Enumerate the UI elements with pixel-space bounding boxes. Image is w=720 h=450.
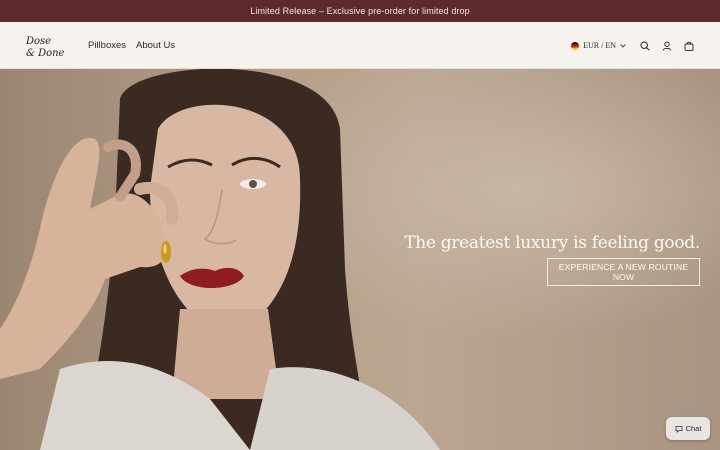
chat-label: Chat (685, 424, 702, 433)
chat-bubble-icon (675, 425, 682, 433)
search-button[interactable] (634, 35, 656, 57)
hero-banner: The greatest luxury is feeling good. EXP… (0, 69, 720, 450)
account-icon (662, 41, 672, 51)
hero-copy: The greatest luxury is feeling good. (404, 233, 700, 253)
announcement-bar: Limited Release – Exclusive pre-order fo… (0, 0, 720, 22)
chevron-down-icon (620, 43, 626, 48)
search-icon (640, 40, 650, 51)
main-nav: Pillboxes About Us (88, 22, 175, 69)
brand-logo[interactable]: Dose & Done (25, 33, 73, 59)
hero-cta-button[interactable]: EXPERIENCE A NEW ROUTINE NOW (547, 258, 700, 286)
logo-line1: Dose (25, 36, 51, 47)
announcement-text: Limited Release – Exclusive pre-order fo… (250, 6, 470, 16)
nav-link-pillboxes[interactable]: Pillboxes (88, 40, 126, 51)
site-header: Dose & Done Pillboxes About Us EUR / EN (0, 22, 720, 69)
hero-image (0, 69, 440, 450)
chat-button[interactable]: Chat (666, 417, 710, 440)
flag-de-icon (571, 41, 580, 50)
locale-label: EUR / EN (583, 41, 616, 50)
account-button[interactable] (656, 35, 678, 57)
locale-selector[interactable]: EUR / EN (571, 41, 626, 50)
header-tools: EUR / EN (571, 22, 700, 69)
logo-line2: & Done (26, 48, 65, 59)
cart-button[interactable] (678, 35, 700, 57)
bag-icon (684, 41, 694, 51)
hero-tagline: The greatest luxury is feeling good. (404, 233, 700, 253)
nav-link-about-us[interactable]: About Us (136, 40, 175, 51)
